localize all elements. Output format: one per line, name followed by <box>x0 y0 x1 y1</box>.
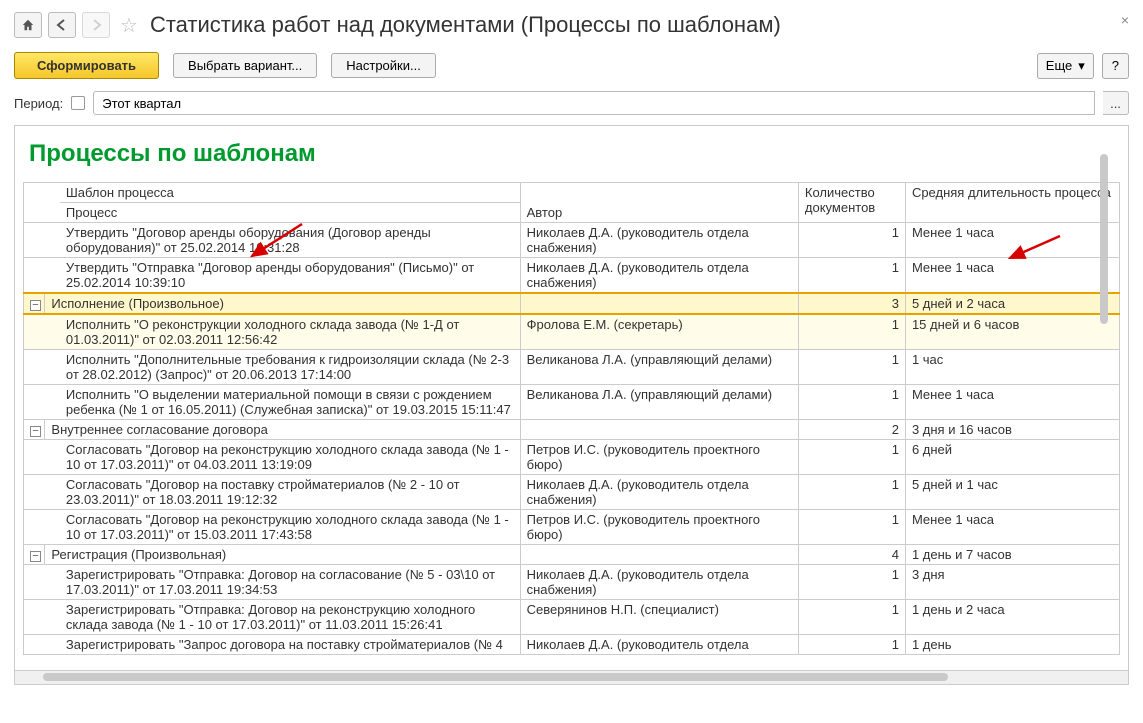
help-button[interactable]: ? <box>1102 53 1129 79</box>
cell-author: Петров И.С. (руководитель проектного бюр… <box>520 510 798 545</box>
chevron-down-icon: ▾ <box>1078 58 1085 74</box>
cell-duration: 1 день и 2 часа <box>905 600 1119 635</box>
table-row[interactable]: Согласовать "Договор на реконструкцию хо… <box>24 440 1120 475</box>
generate-button[interactable]: Сформировать <box>14 52 159 79</box>
cell-process: Зарегистрировать "Запрос договора на пос… <box>60 635 520 655</box>
cell-process: Согласовать "Договор на реконструкцию хо… <box>60 510 520 545</box>
nav-forward-button[interactable] <box>82 12 110 38</box>
cell-process: Зарегистрировать "Отправка: Договор на с… <box>60 565 520 600</box>
choose-variant-button[interactable]: Выбрать вариант... <box>173 53 317 78</box>
cell-author: Петров И.С. (руководитель проектного бюр… <box>520 440 798 475</box>
cell-count: 1 <box>798 314 905 350</box>
table-row[interactable]: Утвердить "Отправка "Договор аренды обор… <box>24 258 1120 294</box>
cell-duration: 5 дней и 1 час <box>905 475 1119 510</box>
cell-duration: 5 дней и 2 часа <box>905 293 1119 314</box>
cell-duration: 3 дня и 16 часов <box>905 420 1119 440</box>
cell-process: Регистрация (Произвольная) <box>45 545 520 565</box>
table-row[interactable]: Исполнить "О выделении материальной помо… <box>24 385 1120 420</box>
cell-author: Николаев Д.А. (руководитель отдела <box>520 635 798 655</box>
table-row[interactable]: Зарегистрировать "Отправка: Договор на с… <box>24 565 1120 600</box>
cell-process: Согласовать "Договор на поставку стройма… <box>60 475 520 510</box>
cell-count: 1 <box>798 600 905 635</box>
cell-count: 1 <box>798 565 905 600</box>
collapse-toggle[interactable]: − <box>30 426 41 437</box>
table-group-row[interactable]: −Внутреннее согласование договора 23 дня … <box>24 420 1120 440</box>
collapse-toggle[interactable]: − <box>30 300 41 311</box>
close-button[interactable]: × <box>1121 12 1129 28</box>
table-row[interactable]: Утвердить "Договор аренды оборудования (… <box>24 223 1120 258</box>
cell-duration: 6 дней <box>905 440 1119 475</box>
table-row[interactable]: Согласовать "Договор на поставку стройма… <box>24 475 1120 510</box>
cell-author <box>520 420 798 440</box>
report-title: Процессы по шаблонам <box>29 140 1120 168</box>
cell-count: 4 <box>798 545 905 565</box>
cell-author: Николаев Д.А. (руководитель отдела снабж… <box>520 258 798 294</box>
cell-process: Исполнить "О реконструкции холодного скл… <box>60 314 520 350</box>
col-count: Количество документов <box>798 183 905 223</box>
table-row[interactable]: Зарегистрировать "Запрос договора на пос… <box>24 635 1120 655</box>
cell-count: 1 <box>798 258 905 294</box>
report-table: Шаблон процесса Автор Количество докумен… <box>23 182 1120 655</box>
cell-duration: 1 день <box>905 635 1119 655</box>
cell-duration: 1 час <box>905 350 1119 385</box>
table-row[interactable]: Согласовать "Договор на реконструкцию хо… <box>24 510 1120 545</box>
cell-duration: Менее 1 часа <box>905 258 1119 294</box>
cell-process: Исполнить "Дополнительные требования к г… <box>60 350 520 385</box>
cell-count: 1 <box>798 223 905 258</box>
cell-author: Фролова Е.М. (секретарь) <box>520 314 798 350</box>
cell-count: 1 <box>798 440 905 475</box>
cell-process: Исполнение (Произвольное) <box>45 293 520 314</box>
cell-count: 1 <box>798 385 905 420</box>
col-process: Процесс <box>60 203 520 223</box>
cell-count: 1 <box>798 475 905 510</box>
cell-author: Великанова Л.А. (управляющий делами) <box>520 350 798 385</box>
nav-back-button[interactable] <box>48 12 76 38</box>
table-group-row[interactable]: −Регистрация (Произвольная) 41 день и 7 ч… <box>24 545 1120 565</box>
cell-count: 1 <box>798 510 905 545</box>
cell-duration: Менее 1 часа <box>905 510 1119 545</box>
cell-author <box>520 293 798 314</box>
col-author: Автор <box>520 183 798 223</box>
table-row[interactable]: Исполнить "О реконструкции холодного скл… <box>24 314 1120 350</box>
period-label: Период: <box>14 96 63 111</box>
cell-author: Северянинов Н.П. (специалист) <box>520 600 798 635</box>
cell-process: Внутреннее согласование договора <box>45 420 520 440</box>
period-input[interactable] <box>93 91 1095 115</box>
cell-duration: 15 дней и 6 часов <box>905 314 1119 350</box>
vertical-scrollbar[interactable] <box>1100 154 1110 634</box>
page-title: Статистика работ над документами (Процес… <box>150 12 781 38</box>
cell-process: Исполнить "О выделении материальной помо… <box>60 385 520 420</box>
cell-author: Николаев Д.А. (руководитель отдела снабж… <box>520 475 798 510</box>
horizontal-scrollbar[interactable] <box>15 670 1128 684</box>
cell-author: Николаев Д.А. (руководитель отдела снабж… <box>520 565 798 600</box>
table-group-row[interactable]: −Исполнение (Произвольное) 35 дней и 2 ча… <box>24 293 1120 314</box>
favorite-star-icon[interactable]: ☆ <box>120 13 138 38</box>
cell-process: Согласовать "Договор на реконструкцию хо… <box>60 440 520 475</box>
cell-duration: 3 дня <box>905 565 1119 600</box>
table-row[interactable]: Зарегистрировать "Отправка: Договор на р… <box>24 600 1120 635</box>
period-checkbox[interactable] <box>71 96 85 110</box>
cell-process: Утвердить "Договор аренды оборудования (… <box>60 223 520 258</box>
home-button[interactable] <box>14 12 42 38</box>
cell-author: Великанова Л.А. (управляющий делами) <box>520 385 798 420</box>
cell-count: 3 <box>798 293 905 314</box>
cell-duration: Менее 1 часа <box>905 223 1119 258</box>
cell-duration: Менее 1 часа <box>905 385 1119 420</box>
more-button[interactable]: Еще ▾ <box>1037 53 1094 79</box>
cell-count: 2 <box>798 420 905 440</box>
col-template: Шаблон процесса <box>60 183 520 203</box>
report-area: Процессы по шаблонам Шаблон процесса Авт… <box>14 125 1129 685</box>
cell-author <box>520 545 798 565</box>
cell-author: Николаев Д.А. (руководитель отдела снабж… <box>520 223 798 258</box>
cell-process: Утвердить "Отправка "Договор аренды обор… <box>60 258 520 294</box>
table-row[interactable]: Исполнить "Дополнительные требования к г… <box>24 350 1120 385</box>
settings-button[interactable]: Настройки... <box>331 53 436 78</box>
cell-process: Зарегистрировать "Отправка: Договор на р… <box>60 600 520 635</box>
cell-duration: 1 день и 7 часов <box>905 545 1119 565</box>
collapse-toggle[interactable]: − <box>30 551 41 562</box>
col-duration: Средняя длительность процесса <box>905 183 1119 223</box>
cell-count: 1 <box>798 350 905 385</box>
period-picker-button[interactable]: ... <box>1103 91 1129 115</box>
cell-count: 1 <box>798 635 905 655</box>
